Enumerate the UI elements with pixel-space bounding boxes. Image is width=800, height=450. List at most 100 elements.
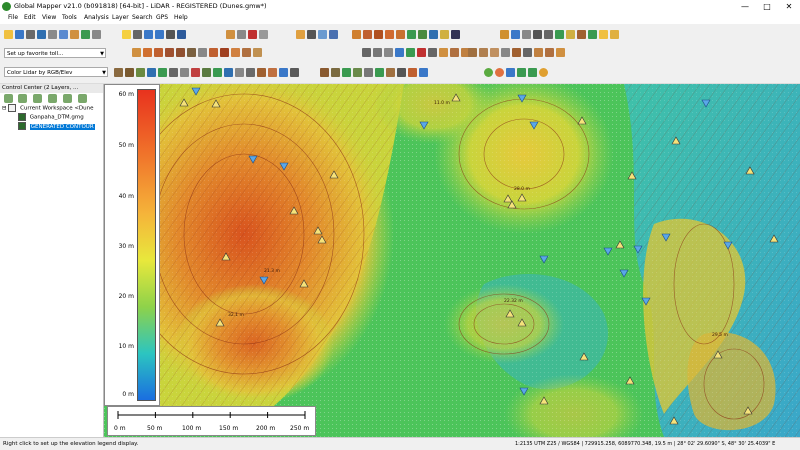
settings-icon[interactable] [59,30,68,39]
shader-icon[interactable] [440,30,449,39]
stats-icon[interactable] [599,30,608,39]
play-icon[interactable] [484,68,493,77]
layer-checkbox[interactable] [18,122,26,130]
grid-icon[interactable] [429,30,438,39]
lidar-edit-icon[interactable] [374,30,383,39]
height-shade-icon[interactable] [191,68,200,77]
offset-icon[interactable] [242,48,251,57]
split-feature-icon[interactable] [428,48,437,57]
lidar-class-icon[interactable] [352,30,361,39]
layers-icon[interactable] [70,30,79,39]
digitizer-icon[interactable] [329,30,338,39]
add-vertex-icon[interactable] [406,48,415,57]
chart-icon[interactable] [610,30,619,39]
sun-angle-icon[interactable] [246,68,255,77]
home-icon[interactable] [177,30,186,39]
measure-line-icon[interactable] [468,48,477,57]
merge-icon[interactable] [450,48,459,57]
workspace-checkbox[interactable] [8,104,17,112]
stream-icon[interactable] [419,68,428,77]
view-3d-icon[interactable] [500,30,509,39]
building-icon[interactable] [566,30,575,39]
pointer-icon[interactable] [122,30,131,39]
control-center-icon[interactable] [81,30,90,39]
refresh-icon[interactable] [517,68,526,77]
cross-section-icon[interactable] [331,68,340,77]
maximize-button[interactable]: □ [756,0,778,13]
panel-move-down-icon[interactable] [63,94,72,103]
info-icon[interactable] [307,30,316,39]
menu-layer[interactable]: Layer [112,14,129,21]
vegetation-icon[interactable] [555,30,564,39]
pan-icon[interactable] [506,68,515,77]
map-canvas[interactable]: 21.3 m 11.0 m 28.0 m 22.32 m 32.1 m 29.5… [104,84,800,437]
overview-icon[interactable] [92,30,101,39]
panel-remove-icon[interactable] [18,94,27,103]
measure-area-icon[interactable] [479,48,488,57]
select-icon[interactable] [395,48,404,57]
menu-analysis[interactable]: Analysis [84,14,109,21]
back-icon[interactable] [166,30,175,39]
path-profile-icon[interactable] [318,30,327,39]
save-icon[interactable] [26,30,35,39]
style-icon[interactable] [545,48,554,57]
ground-icon[interactable] [353,68,362,77]
menu-edit[interactable]: Edit [24,14,36,21]
draw-line-icon[interactable] [132,48,141,57]
elevation-icon[interactable] [213,68,222,77]
zoom-out-icon[interactable] [155,30,164,39]
menu-search[interactable]: Search [132,14,153,21]
blend-icon[interactable] [235,68,244,77]
expand-icon[interactable]: ⊟ [2,106,7,112]
hillshade-icon[interactable] [114,68,123,77]
viewshed-icon[interactable] [375,68,384,77]
draw-rectangle-icon[interactable] [165,48,174,57]
lidar-filter-icon[interactable] [363,30,372,39]
height-icon[interactable] [533,30,542,39]
zoom-icon[interactable] [133,30,142,39]
menu-file[interactable]: File [8,14,18,21]
layer-checkbox[interactable] [18,113,26,121]
edit-vertex-icon[interactable] [198,48,207,57]
draw-circle-icon[interactable] [176,48,185,57]
panel-options-icon[interactable] [33,94,42,103]
menu-tools[interactable]: Tools [62,14,77,21]
panel-move-up-icon[interactable] [48,94,57,103]
relief-icon[interactable] [202,68,211,77]
shader-dropdown[interactable]: Color Lidar by RGB/Elev ▼ [4,67,108,77]
delete-icon[interactable] [248,30,257,39]
favorite-tools-dropdown[interactable]: Set up favorite toll... ▼ [4,48,106,58]
panel-metadata-icon[interactable] [78,94,87,103]
tree-icon[interactable] [588,30,597,39]
lidar-profile-icon[interactable] [385,30,394,39]
layer-item[interactable]: GENERATED CONTOUR [18,122,95,131]
lidar-3d-icon[interactable] [396,30,405,39]
slope-icon[interactable] [125,68,134,77]
export-icon[interactable] [556,48,565,57]
landcover-icon[interactable] [158,68,167,77]
snap-icon[interactable] [231,48,240,57]
zoom-scale-icon[interactable] [290,68,299,77]
globe-icon[interactable] [15,30,24,39]
workspace-node[interactable]: ⊟ Current Workspace <Dune [2,104,94,113]
join-line-icon[interactable] [220,48,229,57]
draw-point-icon[interactable] [187,48,196,57]
scale-icon[interactable] [384,48,393,57]
zoom-in-icon[interactable] [144,30,153,39]
find-icon[interactable] [523,48,532,57]
record-icon[interactable] [495,68,504,77]
water-icon[interactable] [147,68,156,77]
pencil-icon[interactable] [226,30,235,39]
terrain-shade-icon[interactable] [136,68,145,77]
polygon-icon[interactable] [512,48,521,57]
volume-icon[interactable] [577,30,586,39]
terrain-icon[interactable] [407,30,416,39]
grid-snap-icon[interactable] [501,48,510,57]
contour-lines-icon[interactable] [268,68,277,77]
line-of-sight-icon[interactable] [364,68,373,77]
simplify-icon[interactable] [253,48,262,57]
menu-gps[interactable]: GPS [156,14,168,21]
open-folder-icon[interactable] [4,30,13,39]
cross-icon[interactable] [451,30,460,39]
reflect-icon[interactable] [224,68,233,77]
